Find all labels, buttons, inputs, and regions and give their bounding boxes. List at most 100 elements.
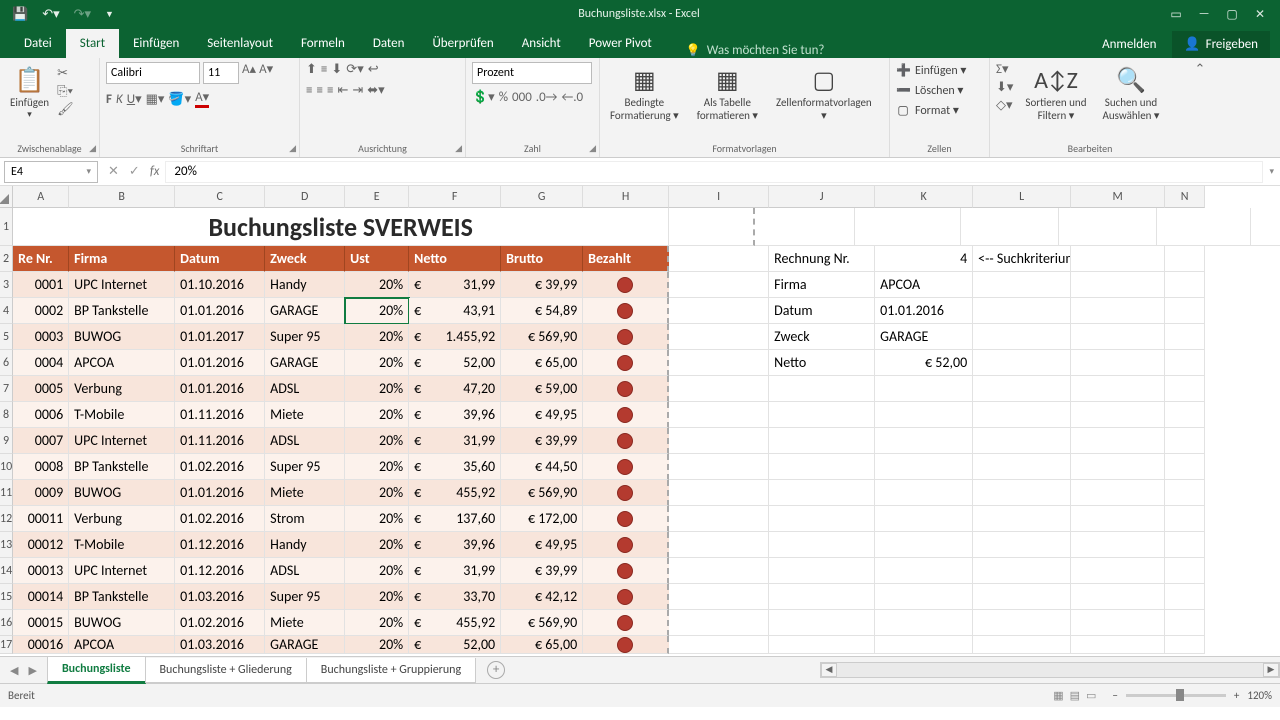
- col-header[interactable]: H: [583, 186, 669, 208]
- page-layout-icon[interactable]: ▤: [1070, 689, 1080, 702]
- cell[interactable]: ADSL: [265, 428, 345, 454]
- zoom-slider[interactable]: [1126, 694, 1226, 697]
- cell[interactable]: [973, 506, 1071, 532]
- cell[interactable]: [769, 428, 875, 454]
- cell[interactable]: 20%: [345, 558, 409, 584]
- cell[interactable]: [973, 428, 1071, 454]
- cell[interactable]: 01.03.2016: [175, 636, 265, 654]
- cell[interactable]: [875, 480, 973, 506]
- cell[interactable]: € 54,89: [501, 298, 583, 324]
- tell-me-input[interactable]: Was möchten Sie tun?: [666, 43, 1102, 58]
- cell[interactable]: € 65,00: [501, 636, 583, 654]
- cell[interactable]: 20%: [345, 506, 409, 532]
- cell[interactable]: 20%: [345, 584, 409, 610]
- format-cells-button[interactable]: ▢Format ▾: [896, 102, 983, 119]
- decrease-indent-icon[interactable]: ⇤: [337, 83, 348, 98]
- align-top-icon[interactable]: ⬆: [306, 62, 317, 77]
- row-header[interactable]: 3: [0, 272, 13, 298]
- cell[interactable]: € 39,99: [501, 558, 583, 584]
- cell[interactable]: [1165, 454, 1205, 480]
- cell[interactable]: 0009: [13, 480, 69, 506]
- cell[interactable]: [875, 454, 973, 480]
- cell[interactable]: Super 95: [265, 454, 345, 480]
- col-header[interactable]: C: [175, 186, 265, 208]
- redo-icon[interactable]: ↷▾: [74, 7, 91, 22]
- cell[interactable]: [769, 532, 875, 558]
- row-header[interactable]: 15: [0, 584, 13, 610]
- cell[interactable]: [769, 610, 875, 636]
- cell[interactable]: UPC Internet: [69, 272, 175, 298]
- cell[interactable]: [669, 350, 769, 376]
- row-header[interactable]: 2: [0, 246, 13, 272]
- table-header-cell[interactable]: Netto: [409, 246, 501, 272]
- cell[interactable]: € 569,90: [501, 610, 583, 636]
- netto-cell[interactable]: €39,96: [409, 402, 501, 428]
- align-middle-icon[interactable]: ≡: [321, 62, 327, 77]
- cell[interactable]: 20%: [345, 402, 409, 428]
- qat-customize-icon[interactable]: ▼: [105, 9, 114, 20]
- row-header[interactable]: 1: [0, 208, 13, 246]
- cell[interactable]: GARAGE: [875, 324, 973, 350]
- cell[interactable]: 20%: [345, 428, 409, 454]
- cell[interactable]: [1165, 376, 1205, 402]
- cell[interactable]: [1165, 272, 1205, 298]
- zoom-level[interactable]: 120%: [1247, 689, 1272, 702]
- paid-cell[interactable]: [583, 402, 669, 428]
- cell[interactable]: [1165, 402, 1205, 428]
- format-painter-icon[interactable]: 🖌: [57, 102, 74, 117]
- row-header[interactable]: 13: [0, 532, 13, 558]
- align-center-icon[interactable]: ≡: [316, 83, 322, 98]
- tab-ansicht[interactable]: Ansicht: [508, 29, 575, 58]
- paid-cell[interactable]: [583, 636, 669, 654]
- clear-icon[interactable]: ◇▾: [996, 98, 1013, 113]
- font-name-select[interactable]: [106, 62, 200, 84]
- cell[interactable]: € 44,50: [501, 454, 583, 480]
- table-header-cell[interactable]: Zweck: [265, 246, 345, 272]
- cell[interactable]: 20%: [345, 298, 409, 324]
- save-icon[interactable]: 💾: [12, 7, 28, 22]
- cell[interactable]: [769, 584, 875, 610]
- cell[interactable]: 01.01.2017: [175, 324, 265, 350]
- cell[interactable]: [973, 480, 1071, 506]
- name-box[interactable]: E4: [4, 161, 98, 183]
- cell[interactable]: BUWOG: [69, 480, 175, 506]
- table-header-cell[interactable]: Firma: [69, 246, 175, 272]
- cell[interactable]: 0005: [13, 376, 69, 402]
- cell[interactable]: [973, 324, 1071, 350]
- sheet-tab-2[interactable]: Buchungsliste + Gliederung: [145, 658, 307, 683]
- cell[interactable]: [973, 610, 1071, 636]
- cell[interactable]: € 65,00: [501, 350, 583, 376]
- conditional-formatting-button[interactable]: ▦BedingteFormatierung ▾: [606, 62, 683, 124]
- cell[interactable]: 20%: [345, 454, 409, 480]
- tab-einfuegen[interactable]: Einfügen: [119, 29, 193, 58]
- cell[interactable]: € 39,99: [501, 428, 583, 454]
- netto-cell[interactable]: €455,92: [409, 480, 501, 506]
- cell[interactable]: Rechnung Nr.: [769, 246, 875, 272]
- cell[interactable]: ADSL: [265, 558, 345, 584]
- cell[interactable]: [669, 298, 769, 324]
- cell[interactable]: UPC Internet: [69, 428, 175, 454]
- cell[interactable]: [875, 376, 973, 402]
- cell[interactable]: [1071, 454, 1165, 480]
- dialog-launcher-icon[interactable]: ◢: [455, 143, 462, 154]
- netto-cell[interactable]: €31,99: [409, 558, 501, 584]
- cell[interactable]: 01.12.2016: [175, 558, 265, 584]
- netto-cell[interactable]: €455,92: [409, 610, 501, 636]
- cell[interactable]: Strom: [265, 506, 345, 532]
- cell[interactable]: 01.12.2016: [175, 532, 265, 558]
- maximize-icon[interactable]: ▢: [1220, 7, 1244, 22]
- cell[interactable]: [973, 376, 1071, 402]
- row-header[interactable]: 7: [0, 376, 13, 402]
- cell[interactable]: Datum: [769, 298, 875, 324]
- cell[interactable]: 00014: [13, 584, 69, 610]
- insert-cells-button[interactable]: ➕Einfügen ▾: [896, 62, 983, 79]
- currency-icon[interactable]: 💲▾: [472, 90, 495, 105]
- cell[interactable]: Super 95: [265, 324, 345, 350]
- cell[interactable]: [669, 532, 769, 558]
- cell[interactable]: 00011: [13, 506, 69, 532]
- paid-cell[interactable]: [583, 272, 669, 298]
- netto-cell[interactable]: €1.455,92: [409, 324, 501, 350]
- cell[interactable]: [1071, 246, 1165, 272]
- cell[interactable]: 4: [875, 246, 973, 272]
- cell[interactable]: € 49,95: [501, 532, 583, 558]
